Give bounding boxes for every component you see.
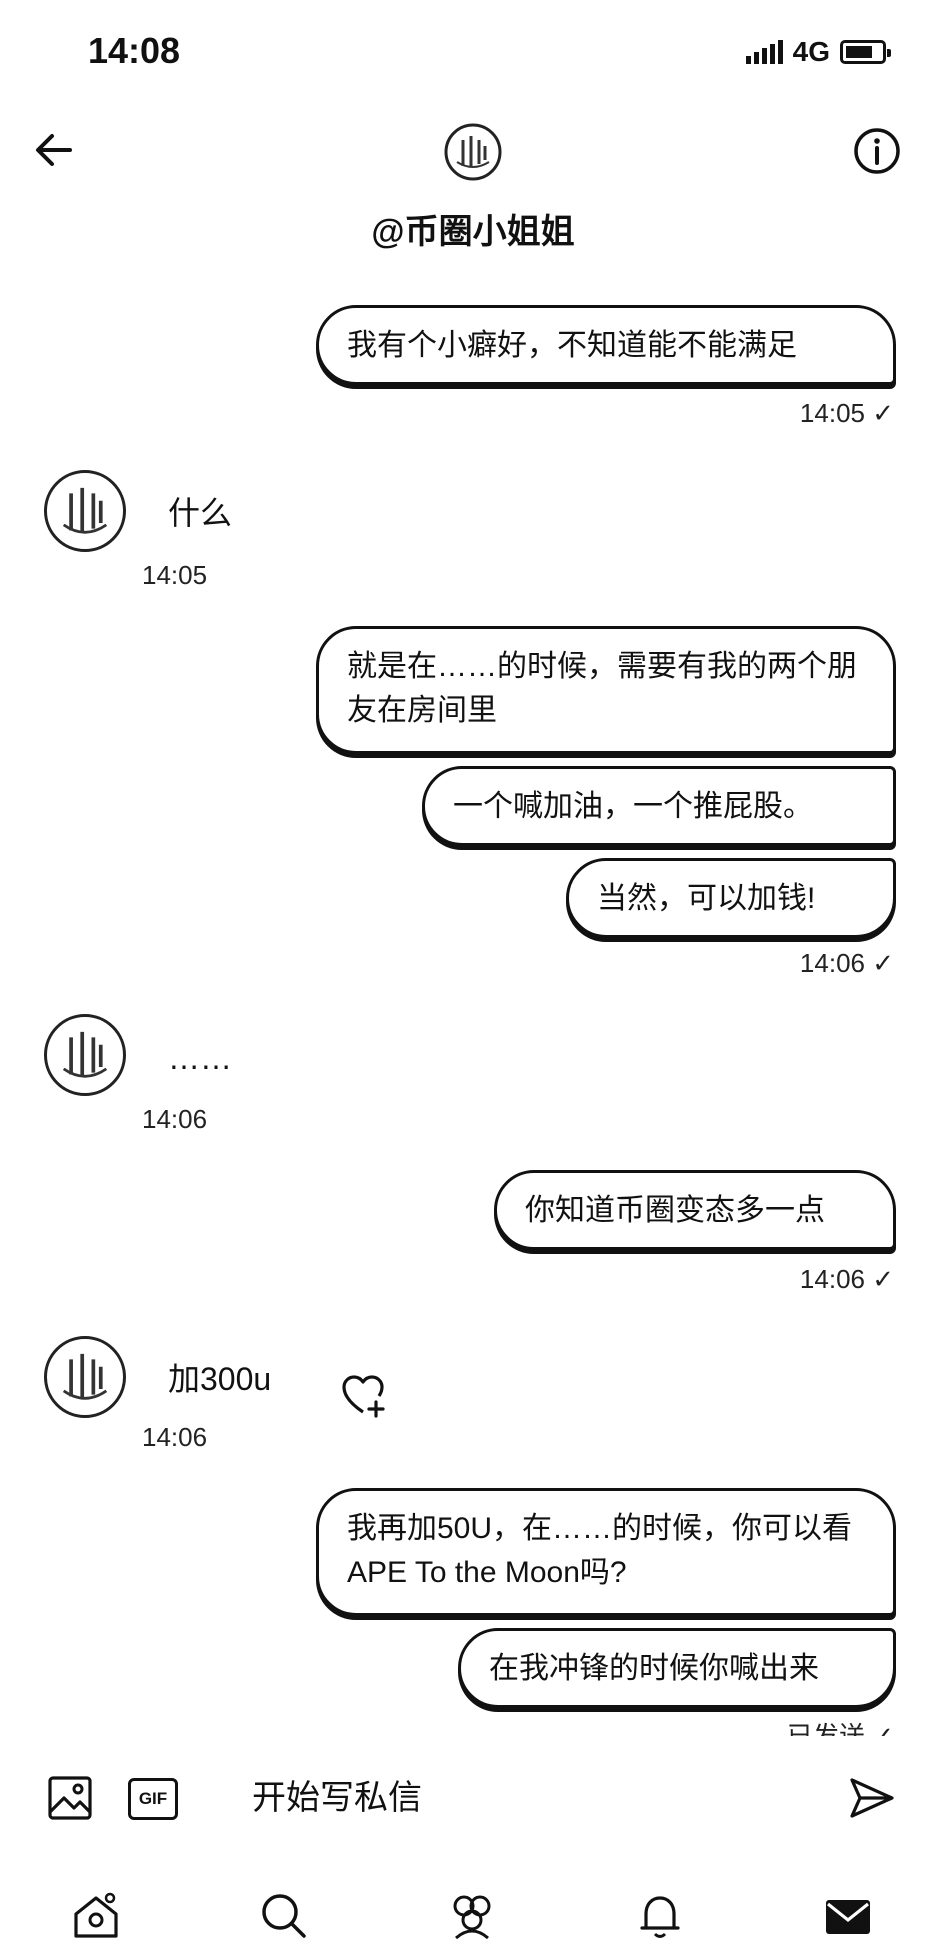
gif-button[interactable]: GIF [128, 1778, 178, 1820]
message-timestamp: 14:06 [142, 1104, 208, 1134]
info-icon[interactable] [852, 126, 902, 176]
arrow-left-icon[interactable] [30, 126, 78, 174]
notifications-icon[interactable] [634, 1890, 686, 1942]
message-text: 我有个小癖好，不知道能不能满足 [347, 329, 797, 362]
message-timestamp: 14:06 [142, 1422, 208, 1452]
signal-icon [745, 40, 783, 64]
sent-message-bubble[interactable]: 我再加50U，在……的时候，你可以看APE To the Moon吗? [316, 1488, 896, 1616]
network-type: 4G [792, 36, 830, 67]
message-text: 我再加50U，在……的时候，你可以看APE To the Moon吗? [347, 1512, 853, 1589]
communities-icon[interactable] [446, 1890, 498, 1942]
message-text: 当然，可以加钱! [597, 882, 816, 915]
sent-message-bubble[interactable]: 就是在……的时候，需要有我的两个朋友在房间里 [316, 626, 896, 754]
image-icon[interactable] [46, 1774, 94, 1822]
message-text: 一个喊加油，一个推屁股。 [453, 790, 813, 823]
received-message-text[interactable]: 什么 [168, 488, 232, 534]
home-icon[interactable] [70, 1890, 122, 1942]
message-timestamp: 14:06 ✓ [799, 1264, 894, 1294]
send-icon[interactable] [846, 1772, 898, 1824]
battery-icon [840, 40, 891, 64]
message-timestamp: 14:05 ✓ [799, 398, 894, 428]
sent-message-bubble[interactable]: 你知道币圈变态多一点 [494, 1170, 896, 1250]
sent-message-bubble[interactable]: 在我冲锋的时候你喊出来 [458, 1628, 896, 1708]
received-message-text[interactable]: …… [168, 1040, 232, 1077]
sender-avatar[interactable] [44, 1336, 126, 1418]
heart-plus-icon[interactable] [338, 1370, 388, 1420]
message-text: 在我冲锋的时候你喊出来 [489, 1652, 819, 1685]
received-message-text[interactable]: 加300u [168, 1354, 271, 1400]
sent-message-bubble[interactable]: 我有个小癖好，不知道能不能满足 [316, 305, 896, 385]
sender-avatar[interactable] [44, 470, 126, 552]
search-icon[interactable] [258, 1890, 310, 1942]
sent-message-bubble[interactable]: 当然，可以加钱! [566, 858, 896, 938]
status-time: 14:08 [88, 30, 181, 71]
message-input[interactable] [252, 1770, 812, 1826]
message-text: 就是在……的时候，需要有我的两个朋友在房间里 [347, 650, 857, 727]
conversation-avatar[interactable] [443, 122, 503, 182]
message-timestamp: 14:05 [142, 560, 208, 590]
message-status: 已发送 ✓ [786, 1721, 894, 1736]
status-indicators: 4G [745, 36, 891, 68]
conversation-title[interactable]: @币圈小姐姐 [0, 204, 946, 253]
sender-avatar[interactable] [44, 1014, 126, 1096]
message-timestamp: 14:06 ✓ [799, 948, 894, 978]
message-text: 你知道币圈变态多一点 [525, 1194, 825, 1227]
messages-icon[interactable] [822, 1890, 874, 1942]
sent-message-bubble[interactable]: 一个喊加油，一个推屁股。 [422, 766, 896, 846]
